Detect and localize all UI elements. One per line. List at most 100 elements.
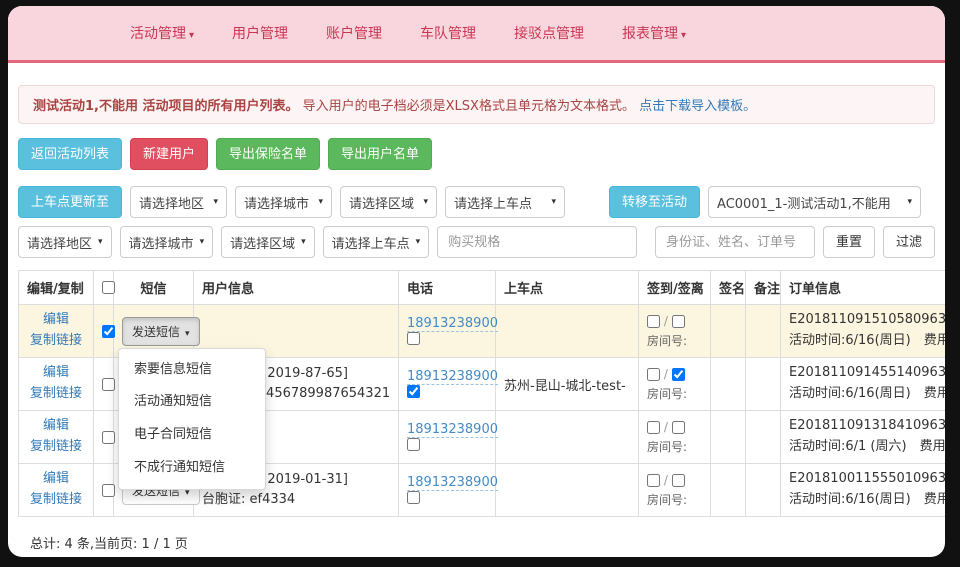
phone-cell: 18913238900 bbox=[399, 358, 496, 411]
copy-link[interactable]: 复制链接 bbox=[27, 331, 85, 352]
phone-link[interactable]: 18913238900 bbox=[407, 475, 498, 491]
nav-account-management[interactable]: 账户管理 bbox=[326, 23, 382, 43]
pickup-point-cell bbox=[496, 305, 639, 358]
room-label: 房间号: bbox=[647, 491, 702, 508]
download-template-link[interactable]: 点击下载导入模板。 bbox=[639, 99, 756, 114]
select-value: 请选择上车点 bbox=[332, 233, 410, 252]
phone-link[interactable]: 18913238900 bbox=[407, 422, 498, 438]
row-checkbox[interactable] bbox=[102, 325, 115, 338]
pickup-update-row: 上车点更新至 请选择地区▾ 请选择城市▾ 请选择区域▾ 请选择上车点▾ 转移至活… bbox=[18, 186, 935, 218]
copy-link[interactable]: 复制链接 bbox=[27, 384, 85, 405]
district-select-filter[interactable]: 请选择区域 ▾ bbox=[221, 226, 315, 258]
nav-label: 用户管理 bbox=[232, 26, 288, 42]
send-sms-label: 发送短信 bbox=[132, 325, 180, 339]
phone-cell: 18913238900 bbox=[399, 464, 496, 517]
checkin-checkbox[interactable] bbox=[647, 421, 660, 434]
menu-item-activity-notice-sms[interactable]: 活动通知短信 bbox=[119, 386, 265, 419]
sms-dropdown-menu: 索要信息短信 活动通知短信 电子合同短信 不成行通知短信 bbox=[118, 348, 266, 491]
phone-checkbox[interactable] bbox=[407, 385, 420, 398]
activity-select[interactable]: AC0001_1-测试活动1,不能用▾ bbox=[708, 186, 921, 218]
col-header-user-info: 用户信息 bbox=[194, 271, 399, 305]
checkin-checkbox[interactable] bbox=[647, 368, 660, 381]
nav-user-management[interactable]: 用户管理 bbox=[232, 23, 288, 43]
order-detail: 活动时间:6/1 (周六) 费用类型: bbox=[789, 437, 945, 458]
nav-pickup-point-management[interactable]: 接驳点管理 bbox=[514, 23, 584, 43]
phone-checkbox[interactable] bbox=[407, 491, 420, 504]
nav-activity-management[interactable]: 活动管理▾ bbox=[130, 23, 194, 43]
select-value: 请选择区域 bbox=[230, 233, 295, 252]
app-window: 活动管理▾ 用户管理 账户管理 车队管理 接驳点管理 报表管理▾ 测试活动1,不… bbox=[8, 6, 945, 557]
search-input[interactable] bbox=[655, 226, 815, 258]
transfer-activity-button[interactable]: 转移至活动 bbox=[609, 186, 700, 218]
export-insurance-button[interactable]: 导出保险名单 bbox=[216, 138, 320, 170]
edit-link[interactable]: 编辑 bbox=[27, 363, 85, 384]
pickup-point-select[interactable]: 请选择上车点▾ bbox=[445, 186, 565, 218]
remark-cell bbox=[746, 305, 781, 358]
menu-item-request-info-sms[interactable]: 索要信息短信 bbox=[119, 354, 265, 387]
city-select[interactable]: 请选择城市▾ bbox=[235, 186, 332, 218]
select-value: 请选择城市 bbox=[129, 233, 194, 252]
caret-down-icon: ▾ bbox=[301, 237, 306, 247]
edit-link[interactable]: 编辑 bbox=[27, 469, 85, 490]
signature-cell bbox=[711, 464, 746, 517]
alert-lead-text: 测试活动1,不能用 活动项目的所有用户列表。 bbox=[33, 99, 299, 114]
row-select-cell bbox=[94, 305, 114, 358]
select-value: 请选择地区 bbox=[139, 193, 204, 212]
pickup-update-button[interactable]: 上车点更新至 bbox=[18, 186, 122, 218]
region-select[interactable]: 请选择地区▾ bbox=[130, 186, 227, 218]
edit-copy-cell: 编辑 复制链接 bbox=[19, 411, 94, 464]
checkout-checkbox[interactable] bbox=[672, 315, 685, 328]
pickup-point-select-filter[interactable]: 请选择上车点▾ bbox=[323, 226, 430, 258]
checkout-checkbox[interactable] bbox=[672, 368, 685, 381]
edit-link[interactable]: 编辑 bbox=[27, 310, 85, 331]
copy-link[interactable]: 复制链接 bbox=[27, 437, 85, 458]
city-select-filter[interactable]: 请选择城市 ▾ bbox=[120, 226, 214, 258]
order-number: E20181001155501096300003 bbox=[789, 469, 945, 490]
checkin-cell: / 房间号: bbox=[639, 464, 711, 517]
reset-button[interactable]: 重置 bbox=[823, 226, 875, 258]
back-to-activity-list-button[interactable]: 返回活动列表 bbox=[18, 138, 122, 170]
menu-item-econtract-sms[interactable]: 电子合同短信 bbox=[119, 419, 265, 452]
phone-checkbox[interactable] bbox=[407, 438, 420, 451]
copy-link[interactable]: 复制链接 bbox=[27, 490, 85, 511]
export-users-button[interactable]: 导出用户名单 bbox=[328, 138, 432, 170]
order-number: E20181109131841096300031 bbox=[789, 416, 945, 437]
nav-fleet-management[interactable]: 车队管理 bbox=[420, 23, 476, 43]
order-info-cell: E20181109145514096300019 活动时间:6/16(周日) 费… bbox=[781, 358, 946, 411]
spec-input[interactable] bbox=[437, 226, 637, 258]
phone-cell: 18913238900 bbox=[399, 305, 496, 358]
row-checkbox[interactable] bbox=[102, 431, 115, 444]
order-info-cell: E20181109131841096300031 活动时间:6/1 (周六) 费… bbox=[781, 411, 946, 464]
row-checkbox[interactable] bbox=[102, 378, 115, 391]
phone-link[interactable]: 18913238900 bbox=[407, 316, 498, 332]
edit-link[interactable]: 编辑 bbox=[27, 416, 85, 437]
user-id: 台胞证: ef4334 bbox=[202, 490, 390, 510]
district-select[interactable]: 请选择区域▾ bbox=[340, 186, 437, 218]
checkin-checkbox[interactable] bbox=[647, 315, 660, 328]
order-number: E20181109145514096300019 bbox=[789, 363, 945, 384]
menu-item-cancel-notice-sms[interactable]: 不成行通知短信 bbox=[119, 452, 265, 485]
send-sms-button[interactable]: 发送短信▾ bbox=[122, 317, 200, 346]
checkout-checkbox[interactable] bbox=[672, 421, 685, 434]
phone-checkbox[interactable] bbox=[407, 332, 420, 345]
nav-report-management[interactable]: 报表管理▾ bbox=[622, 23, 686, 43]
top-navbar: 活动管理▾ 用户管理 账户管理 车队管理 接驳点管理 报表管理▾ bbox=[8, 6, 945, 63]
nav-label: 活动管理 bbox=[130, 26, 186, 42]
room-label: 房间号: bbox=[647, 385, 702, 402]
checkin-cell: / 房间号: bbox=[639, 358, 711, 411]
caret-down-icon: ▾ bbox=[681, 30, 686, 41]
phone-link[interactable]: 18913238900 bbox=[407, 369, 498, 385]
col-header-signature: 签名 bbox=[711, 271, 746, 305]
checkin-checkbox[interactable] bbox=[647, 474, 660, 487]
region-select-filter[interactable]: 请选择地区▾ bbox=[18, 226, 112, 258]
row-checkbox[interactable] bbox=[102, 484, 115, 497]
caret-down-icon: ▾ bbox=[200, 237, 205, 247]
row-select-cell bbox=[94, 358, 114, 411]
filter-button[interactable]: 过滤 bbox=[883, 226, 935, 258]
new-user-button[interactable]: 新建用户 bbox=[130, 138, 208, 170]
nav-label: 账户管理 bbox=[326, 26, 382, 42]
checkout-checkbox[interactable] bbox=[672, 474, 685, 487]
edit-copy-cell: 编辑 复制链接 bbox=[19, 305, 94, 358]
select-all-checkbox[interactable] bbox=[102, 281, 115, 294]
row-select-cell bbox=[94, 464, 114, 517]
